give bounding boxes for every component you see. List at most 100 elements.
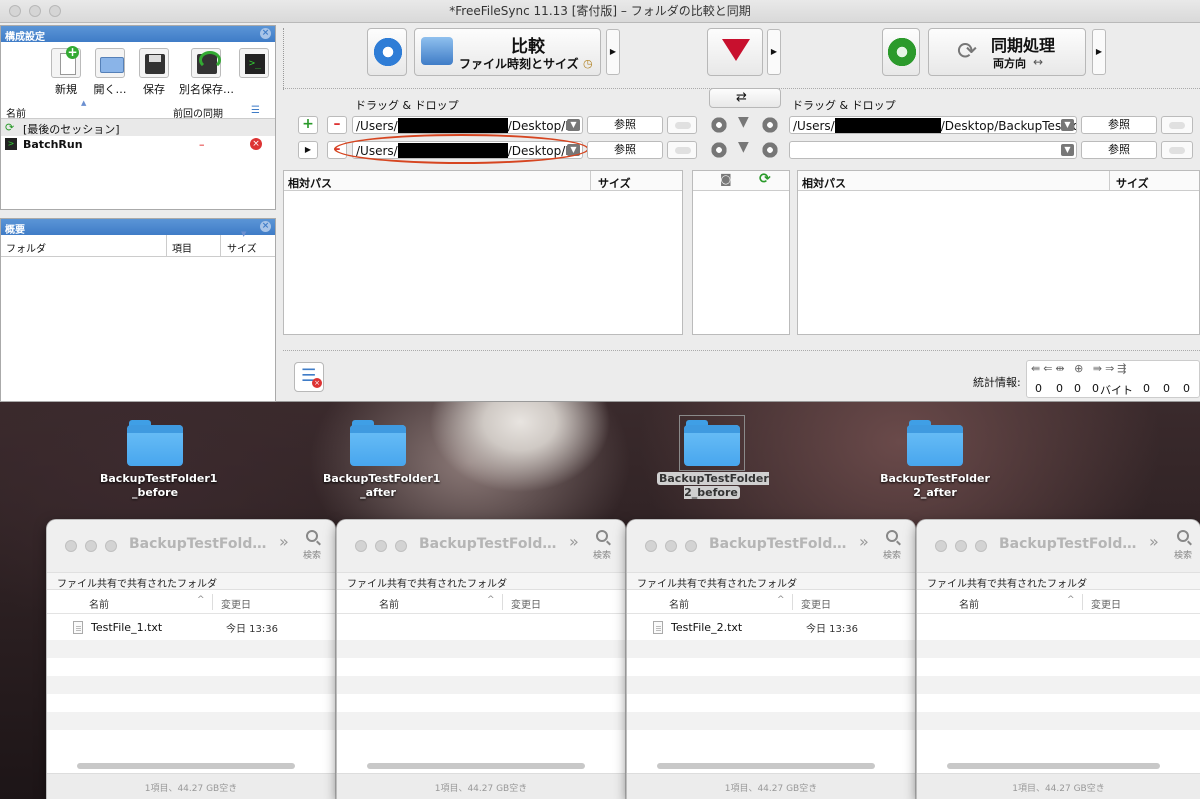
sync-icon[interactable]: ⟳ <box>759 171 771 187</box>
minimize-light[interactable] <box>375 540 387 552</box>
cloud-icon[interactable] <box>1161 116 1193 134</box>
config-item[interactable]: ⟳ [最後のセッション] <box>1 119 275 136</box>
column-folder[interactable]: フォルダ <box>6 240 46 255</box>
search-button[interactable]: 検索 <box>303 530 321 561</box>
desktop-folder[interactable]: BackupTestFolder1 _after <box>323 402 440 500</box>
window-titlebar[interactable]: *FreeFileSync 11.13 [寄付版] – フォルダの比較と同期 <box>0 0 1200 23</box>
minimize-light[interactable] <box>29 5 41 17</box>
open-config-button[interactable]: 開く… <box>91 48 129 97</box>
chevron-right-icon[interactable]: » <box>569 532 579 551</box>
chevron-right-icon[interactable]: » <box>1149 532 1159 551</box>
close-light[interactable] <box>645 540 657 552</box>
minimize-light[interactable] <box>955 540 967 552</box>
filter-icon[interactable]: ▼ <box>738 139 749 155</box>
close-icon[interactable]: × <box>260 28 271 39</box>
log-button[interactable]: ☰ × <box>294 362 324 392</box>
close-light[interactable] <box>355 540 367 552</box>
sync-button[interactable]: ⟳ 同期処理 両方向 ↔ <box>928 28 1086 76</box>
freefilesync-window[interactable]: *FreeFileSync 11.13 [寄付版] – フォルダの比較と同期 構… <box>0 0 1200 402</box>
file-row[interactable]: TestFile_1.txt 今日 13:36 <box>47 614 335 640</box>
config-panel[interactable]: 構成設定× 新規 開く… 保存 別名保存… 名前 ▲ 前回の同期 ☰ ⟳ [最後… <box>0 25 276 210</box>
column-name[interactable]: 名前 <box>379 596 399 611</box>
right-folder-path-input[interactable]: /Users//Desktop/BackupTestFo ▼ <box>789 116 1077 134</box>
list-options-icon[interactable]: ☰ <box>251 105 260 116</box>
search-button[interactable]: 検索 <box>883 530 901 561</box>
finder-titlebar[interactable]: BackupTestFolder2_before » 検索 <box>627 520 915 572</box>
finder-column-header[interactable]: 名前 ^ 変更日 <box>627 590 915 614</box>
column-size[interactable]: サイズ <box>1116 175 1149 191</box>
close-icon[interactable]: × <box>260 221 271 232</box>
horizontal-scrollbar[interactable] <box>367 763 585 769</box>
chevron-down-icon[interactable]: ▼ <box>1061 119 1074 131</box>
search-button[interactable]: 検索 <box>1174 530 1192 561</box>
finder-window[interactable]: BackupTestFolder1_before » 検索 ファイル共有で共有さ… <box>47 520 335 799</box>
column-last-sync[interactable]: 前回の同期 <box>173 105 223 120</box>
right-file-grid[interactable]: 相対パス サイズ <box>797 170 1200 335</box>
gear-icon[interactable] <box>761 141 779 159</box>
sync-settings-button[interactable] <box>882 28 920 76</box>
finder-file-list[interactable] <box>337 614 625 744</box>
compare-button[interactable]: 比較 ファイル時刻とサイズ ◷ <box>414 28 601 76</box>
finder-window[interactable]: BackupTestFolder2_before » 検索 ファイル共有で共有さ… <box>627 520 915 799</box>
zoom-light[interactable] <box>49 5 61 17</box>
save-as-button[interactable]: 別名保存… <box>179 48 234 97</box>
add-folder-pair-button[interactable]: + <box>298 116 318 134</box>
close-light[interactable] <box>65 540 77 552</box>
right-browse-button[interactable]: 参照 <box>1081 116 1157 134</box>
column-date[interactable]: 変更日 <box>801 596 831 611</box>
gear-icon[interactable] <box>761 116 779 134</box>
compare-dropdown-button[interactable]: ▶ <box>606 29 620 75</box>
file-row[interactable]: TestFile_2.txt 今日 13:36 <box>627 614 915 640</box>
left-folder-path-input[interactable]: /Users//Desktop/Ba ▼ <box>352 116 583 134</box>
middle-action-grid[interactable]: ◙ ⟳ <box>692 170 790 335</box>
column-date[interactable]: 変更日 <box>221 596 251 611</box>
finder-column-header[interactable]: 名前 ^ 変更日 <box>917 590 1200 614</box>
column-date[interactable]: 変更日 <box>1091 596 1121 611</box>
finder-file-list[interactable] <box>917 614 1200 744</box>
search-button[interactable]: 検索 <box>593 530 611 561</box>
column-name[interactable]: 名前 <box>669 596 689 611</box>
right-folder-path-input-2[interactable]: ▼ <box>789 141 1077 159</box>
finder-window[interactable]: BackupTestFolder2_after » 検索 ファイル共有で共有され… <box>917 520 1200 799</box>
zoom-light[interactable] <box>395 540 407 552</box>
gear-icon[interactable] <box>710 141 728 159</box>
finder-file-list[interactable]: TestFile_2.txt 今日 13:36 <box>627 614 915 744</box>
save-batch-button[interactable] <box>239 48 269 97</box>
desktop-folder[interactable]: BackupTestFolder 2_after <box>880 402 990 500</box>
sync-dropdown-button[interactable]: ▶ <box>1092 29 1106 75</box>
swap-sides-button[interactable]: ⇄ <box>709 88 781 108</box>
summary-panel[interactable]: 概要 × フォルダ 項目 サイズ ▼ <box>0 218 276 402</box>
remove-icon[interactable]: × <box>250 138 262 150</box>
close-light[interactable] <box>9 5 21 17</box>
remove-folder-pair-button[interactable]: – <box>327 116 347 134</box>
column-date[interactable]: 変更日 <box>511 596 541 611</box>
filter-button[interactable] <box>707 28 763 76</box>
zoom-light[interactable] <box>975 540 987 552</box>
left-browse-button[interactable]: 参照 <box>587 116 663 134</box>
right-browse-button-2[interactable]: 参照 <box>1081 141 1157 159</box>
close-light[interactable] <box>935 540 947 552</box>
finder-column-header[interactable]: 名前 ^ 変更日 <box>337 590 625 614</box>
summary-list-header[interactable]: フォルダ 項目 サイズ ▼ <box>1 230 275 257</box>
filter-dropdown-button[interactable]: ▶ <box>767 29 781 75</box>
expand-arrow-button[interactable]: ▶ <box>298 141 318 159</box>
desktop-folder-selected[interactable]: BackupTestFolder 2_before <box>657 402 769 500</box>
column-name[interactable]: 名前 <box>6 105 26 120</box>
gear-icon[interactable] <box>710 116 728 134</box>
left-browse-button-2[interactable]: 参照 <box>587 141 663 159</box>
column-name[interactable]: 名前 <box>89 596 109 611</box>
save-button[interactable]: 保存 <box>135 48 173 97</box>
chevron-right-icon[interactable]: » <box>279 532 289 551</box>
chevron-right-icon[interactable]: » <box>859 532 869 551</box>
minimize-light[interactable] <box>85 540 97 552</box>
desktop-folder[interactable]: BackupTestFolder1 _before <box>100 402 217 500</box>
config-list-header[interactable]: 名前 ▲ 前回の同期 ☰ <box>1 99 275 120</box>
filter-icon[interactable]: ▼ <box>738 114 749 130</box>
horizontal-scrollbar[interactable] <box>947 763 1160 769</box>
finder-titlebar[interactable]: BackupTestFolder2_after » 検索 <box>917 520 1200 572</box>
finder-column-header[interactable]: 名前 ^ 変更日 <box>47 590 335 614</box>
zoom-light[interactable] <box>105 540 117 552</box>
finder-window[interactable]: BackupTestFolder1_after » 検索 ファイル共有で共有され… <box>337 520 625 799</box>
compare-settings-button[interactable] <box>367 28 407 76</box>
chevron-down-icon[interactable]: ▼ <box>1061 144 1074 156</box>
